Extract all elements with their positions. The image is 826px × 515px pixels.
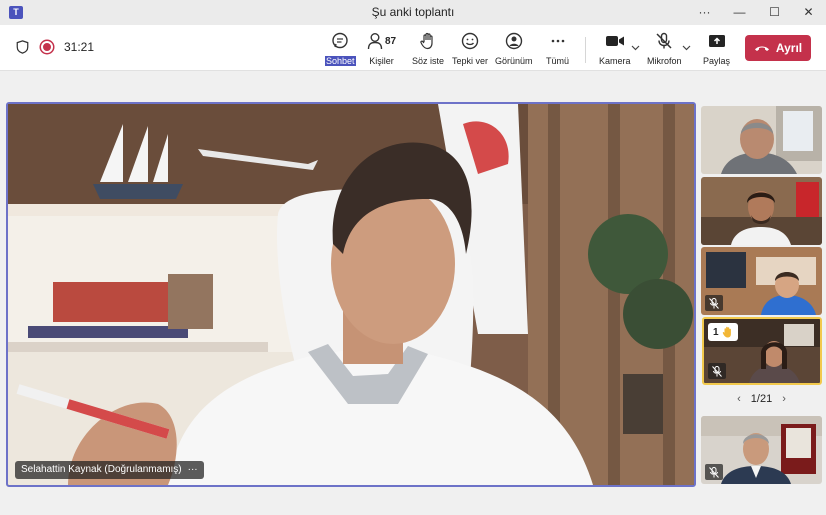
meeting-timer: 31:21 — [64, 40, 95, 54]
participant-video — [701, 177, 822, 245]
participant-thumbnail[interactable] — [701, 177, 822, 245]
thumbnail-pager: ‹ 1/21 › — [701, 391, 822, 407]
participant-thumbnail[interactable] — [701, 247, 822, 315]
participant-thumbnail[interactable] — [701, 416, 822, 484]
muted-mic-icon — [705, 464, 723, 480]
teams-icon: T — [9, 6, 23, 19]
more-actions-label: Tümü — [546, 56, 570, 66]
speaker-name-tag: Selahattin Kaynak (Doğrulanmamış) ··· — [15, 461, 204, 479]
title-bar: T Şu anki toplantı ··· — ☐ ✕ — [0, 0, 826, 25]
speaker-name: Selahattin Kaynak (Doğrulanmamış) — [21, 464, 182, 475]
raise-hand-label: Söz iste — [412, 56, 445, 66]
people-count: 87 — [385, 35, 397, 47]
share-button[interactable]: Paylaş — [703, 31, 730, 66]
share-icon — [708, 31, 726, 51]
chat-label: Sohbet — [325, 56, 356, 66]
view-label: Görünüm — [495, 56, 533, 66]
people-icon — [367, 33, 383, 50]
microphone-button[interactable]: Mikrofon — [647, 31, 682, 66]
close-button[interactable]: ✕ — [791, 0, 826, 25]
hang-up-icon — [754, 46, 769, 51]
camera-options-chevron-icon[interactable] — [631, 43, 640, 53]
raised-hand-icon — [722, 326, 731, 338]
camera-icon — [605, 31, 625, 51]
react-label: Tepki ver — [452, 56, 489, 66]
recording-icon — [41, 41, 53, 53]
maximize-button[interactable]: ☐ — [757, 0, 792, 25]
react-button[interactable]: Tepki ver — [452, 31, 488, 66]
people-label: Kişiler — [369, 56, 394, 66]
microphone-options-chevron-icon[interactable] — [682, 43, 691, 53]
toolbar-divider — [585, 37, 586, 63]
window-more-button[interactable]: ··· — [687, 0, 722, 25]
muted-mic-icon — [708, 363, 726, 379]
people-button[interactable]: 87 Kişiler — [367, 31, 396, 66]
pager-prev-button[interactable]: ‹ — [737, 393, 741, 405]
meeting-toolbar: 31:21 Sohbet 87 Kişiler Söz iste Tepki v… — [0, 25, 826, 71]
main-video-stage[interactable]: Selahattin Kaynak (Doğrulanmamış) ··· — [6, 102, 696, 487]
chat-button[interactable]: Sohbet — [325, 31, 356, 66]
view-icon — [505, 31, 523, 51]
raised-hand-order: 1 — [713, 326, 719, 338]
raise-hand-button[interactable]: Söz iste — [412, 31, 444, 66]
view-button[interactable]: Görünüm — [495, 31, 533, 66]
muted-mic-icon — [705, 295, 723, 311]
raise-hand-icon — [420, 31, 436, 51]
leave-button[interactable]: Ayrıl — [745, 35, 811, 61]
shield-icon — [16, 40, 29, 54]
participant-thumbnail-active[interactable]: 1 — [702, 317, 822, 385]
mic-off-icon — [655, 31, 673, 51]
pager-label: 1/21 — [750, 393, 773, 405]
meeting-status: 31:21 — [16, 40, 94, 54]
pager-next-button[interactable]: › — [782, 393, 786, 405]
camera-label: Kamera — [599, 56, 631, 66]
speaker-video — [8, 104, 694, 485]
raised-hand-badge: 1 — [708, 323, 738, 341]
speaker-more-options-button[interactable]: ··· — [188, 464, 198, 475]
microphone-label: Mikrofon — [647, 56, 682, 66]
minimize-button[interactable]: — — [722, 0, 757, 25]
participant-video — [701, 106, 822, 174]
leave-label: Ayrıl — [775, 41, 803, 55]
camera-button[interactable]: Kamera — [599, 31, 631, 66]
more-actions-button[interactable]: Tümü — [546, 31, 569, 66]
more-icon — [550, 31, 566, 51]
share-label: Paylaş — [703, 56, 731, 66]
chat-icon — [331, 31, 349, 51]
smile-icon — [461, 31, 479, 51]
participant-thumbnail[interactable] — [701, 106, 822, 174]
